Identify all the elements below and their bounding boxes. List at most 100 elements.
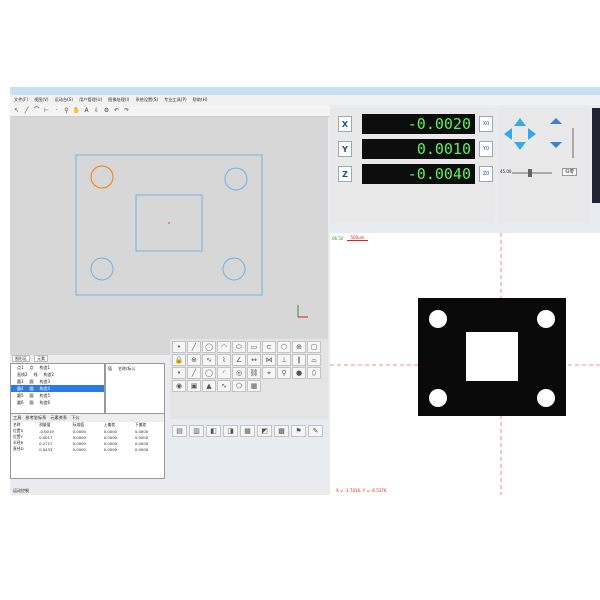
x-axis-label: X: [338, 116, 352, 132]
angle-tool-icon[interactable]: ∠: [232, 354, 246, 366]
cad-drawing-canvas[interactable]: [10, 117, 328, 355]
z-zero-button[interactable]: Z0: [479, 166, 493, 182]
parallel-tool-icon[interactable]: ∥: [292, 354, 306, 366]
perp-tool-icon[interactable]: ⊥: [277, 354, 291, 366]
ellipse-tool-icon[interactable]: ⬭: [232, 341, 246, 353]
marker-tool-icon[interactable]: ✎: [308, 425, 323, 437]
point-tool-icon[interactable]: •: [172, 341, 186, 353]
oval-tool-icon[interactable]: ⬯: [307, 367, 321, 379]
side-control-strip: [592, 108, 600, 203]
part-hole-tl: [429, 310, 447, 328]
x-value-display: -0.0020: [362, 114, 475, 134]
edge-line-tool-icon[interactable]: ╱: [187, 367, 201, 379]
arrow-left-icon: [504, 128, 512, 140]
grid-tool-icon[interactable]: ▦: [247, 380, 261, 392]
list-item[interactable]: 圆5 圆构造5: [11, 392, 104, 399]
props-col-name: 名称/标公: [118, 366, 136, 371]
table-tool-icon[interactable]: ▦: [240, 425, 255, 437]
x-zero-button[interactable]: X0: [479, 116, 493, 132]
zoom-icon[interactable]: ⚲: [63, 107, 70, 114]
image-tool-palette: ▤ ▥ ◧ ◨ ▦ ◩ ▩ ⚑ ✎: [170, 423, 325, 453]
image-tool-icon[interactable]: ◨: [223, 425, 238, 437]
circle-tool-icon[interactable]: ◯: [202, 341, 216, 353]
arc-tool-icon[interactable]: ◠: [217, 341, 231, 353]
center-tool-icon[interactable]: ⊕: [187, 354, 201, 366]
results-table: 名称 测量值 标准值 上偏差 下偏差 位置X -0.0019 0.0000 0.0000 0.0…: [11, 422, 164, 452]
polygon-tool-icon[interactable]: ⬡: [277, 341, 291, 353]
export-icon[interactable]: ⇩: [93, 107, 100, 114]
point-icon[interactable]: ·: [53, 107, 60, 114]
link-tool-icon[interactable]: ⛓: [247, 367, 261, 379]
text-icon[interactable]: A: [83, 107, 90, 114]
undo-icon[interactable]: ↶: [113, 107, 120, 114]
curve-tool-icon[interactable]: ∿: [202, 354, 216, 366]
shape-tool-icon[interactable]: ⬠: [232, 380, 246, 392]
chart-tool-icon[interactable]: ▥: [189, 425, 204, 437]
edge-ring-tool-icon[interactable]: ◎: [232, 367, 246, 379]
lock-tool-icon[interactable]: 🔒: [172, 354, 186, 366]
menu-system[interactable]: 系统设置(S): [135, 97, 158, 103]
tab-element-relation[interactable]: 元素关系: [50, 415, 67, 421]
camera-tool-icon[interactable]: ◧: [206, 425, 221, 437]
tab-tolerance[interactable]: 下公: [71, 415, 79, 421]
edge-arc-tool-icon[interactable]: ◜: [217, 367, 231, 379]
measure-icon[interactable]: ⊢: [43, 107, 50, 114]
list-item[interactable]: 点1 点构造1: [11, 364, 104, 371]
tangent-tool-icon[interactable]: ⌓: [307, 354, 321, 366]
props-col-value: 值: [108, 366, 112, 371]
eye-tool-icon[interactable]: ◉: [172, 380, 186, 392]
slot-tool-icon[interactable]: ⊂: [262, 341, 276, 353]
probe-tool-icon[interactable]: ⚲: [277, 367, 291, 379]
menu-help[interactable]: 帮助(H): [193, 97, 208, 103]
camera-view[interactable]: 06.50 500um X = -1.7016, Y = -6.5376: [330, 233, 600, 495]
menu-view[interactable]: 视图(V): [34, 97, 49, 103]
menu-tools[interactable]: 专业工具(P): [164, 97, 187, 103]
center-point: [168, 222, 170, 224]
line-icon[interactable]: ╱: [23, 107, 30, 114]
box-tool-icon[interactable]: ▢: [307, 341, 321, 353]
wave-tool-icon[interactable]: ∿: [217, 380, 231, 392]
palette-tool-icon[interactable]: ▩: [274, 425, 289, 437]
menu-file[interactable]: 文件(F): [14, 97, 28, 103]
camera-image: [330, 233, 600, 495]
menu-stage[interactable]: 运动台(S): [55, 97, 74, 103]
report-tool-icon[interactable]: ▤: [172, 425, 187, 437]
list-item[interactable]: 圆6 圆构造6: [11, 399, 104, 406]
tab-reference-coords[interactable]: 参考坐标系: [25, 415, 46, 421]
settings-icon[interactable]: ⚙: [103, 107, 110, 114]
tab-elements[interactable]: 元素: [34, 355, 48, 362]
rectangle-tool-icon[interactable]: ▭: [247, 341, 261, 353]
y-zero-button[interactable]: Y0: [479, 141, 493, 157]
line-tool-icon[interactable]: ╱: [187, 341, 201, 353]
list-item[interactable]: 圆3 圆构造3: [11, 378, 104, 385]
menu-user[interactable]: 用户管理(U): [79, 97, 102, 103]
table-row[interactable]: 直径D 0.5433 0.0000 0.0000 0.0000: [11, 446, 164, 452]
trace-tool-icon[interactable]: ⌇: [217, 354, 231, 366]
flag-tool-icon[interactable]: ⚑: [291, 425, 306, 437]
select-icon[interactable]: ↖: [13, 107, 20, 114]
dot-tool-icon[interactable]: •: [172, 367, 186, 379]
sym-tool-icon[interactable]: ⋈: [262, 354, 276, 366]
distance-tool-icon[interactable]: ↔: [247, 354, 261, 366]
tab-graphics[interactable]: 图形区: [12, 355, 30, 362]
list-item-selected[interactable]: 圆4 圆构造4: [11, 385, 104, 392]
menu-image[interactable]: 图像处理(I): [108, 97, 129, 103]
crosshair-tool-icon[interactable]: ⊕: [292, 341, 306, 353]
color-tool-icon[interactable]: ◩: [257, 425, 272, 437]
hand-icon[interactable]: ✋: [73, 107, 80, 114]
save-tool-icon[interactable]: ▣: [187, 380, 201, 392]
edge-circle-tool-icon[interactable]: ◯: [202, 367, 216, 379]
focus-tool-icon[interactable]: ⌖: [262, 367, 276, 379]
list-item[interactable]: 直线2 线构造2: [11, 371, 104, 378]
scale-bar: 500um: [347, 235, 368, 241]
redo-icon[interactable]: ↷: [123, 107, 130, 114]
arrow-right-icon: [528, 128, 536, 140]
tab-tools[interactable]: 工具: [13, 415, 21, 421]
measure-tool-palette: • ╱ ◯ ◠ ⬭ ▭ ⊂ ⬡ ⊕ ▢ 🔒 ⊕ ∿ ⌇ ∠ ↔ ⋈ ⊥ ∥ ⌓ …: [170, 339, 328, 419]
lens-label: 06.50: [332, 235, 344, 241]
fill-tool-icon[interactable]: ●: [292, 367, 306, 379]
z-down-icon: [550, 142, 562, 148]
home-button[interactable]: 归零: [562, 168, 577, 176]
triangle-tool-icon[interactable]: ▲: [202, 380, 216, 392]
arc-icon[interactable]: ⌒: [33, 107, 40, 114]
